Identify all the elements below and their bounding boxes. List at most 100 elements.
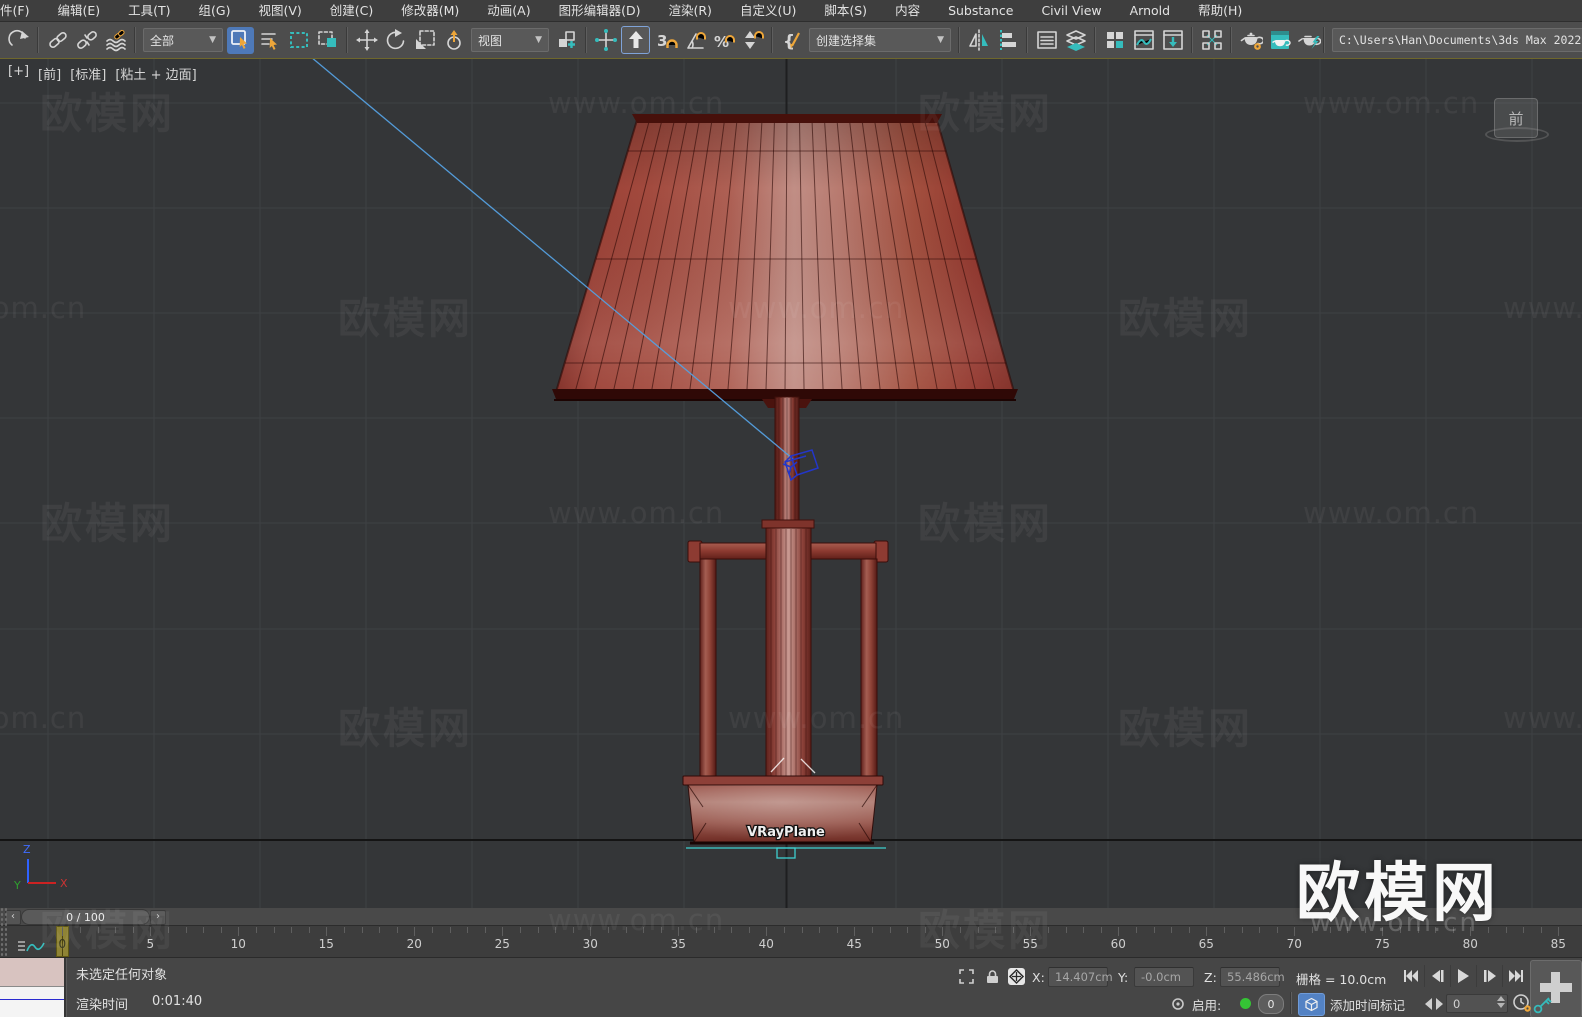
menu-item[interactable]: Arnold bbox=[1116, 0, 1184, 21]
z-coordinate-field[interactable]: 55.486cm bbox=[1220, 967, 1285, 987]
link-icon[interactable] bbox=[44, 27, 71, 54]
zero-counter-button[interactable]: 0 bbox=[1258, 994, 1284, 1014]
menu-item[interactable]: 组(G) bbox=[185, 0, 245, 21]
edit-named-selection-icon[interactable]: { bbox=[778, 27, 805, 54]
align-icon[interactable] bbox=[994, 27, 1021, 54]
select-place-icon[interactable] bbox=[440, 27, 467, 54]
select-by-name-icon[interactable] bbox=[256, 27, 283, 54]
rendered-frame-window-icon[interactable] bbox=[1266, 27, 1293, 54]
select-object-button[interactable] bbox=[227, 26, 254, 54]
gear-icon[interactable] bbox=[1168, 994, 1188, 1014]
frame-tick bbox=[907, 927, 909, 933]
frame-tick-label: 65 bbox=[1198, 937, 1214, 951]
current-frame-field[interactable]: 0 bbox=[1446, 994, 1508, 1013]
render-production-icon[interactable] bbox=[1295, 27, 1322, 54]
time-configuration-icon[interactable] bbox=[1512, 993, 1532, 1013]
menu-item[interactable]: 图形编辑器(D) bbox=[545, 0, 655, 21]
time-slider-track[interactable]: ‹ 0 / 100 › bbox=[0, 908, 1582, 925]
menu-item[interactable]: 内容 bbox=[881, 0, 934, 21]
play-button[interactable] bbox=[1450, 965, 1476, 987]
previous-frame-button[interactable] bbox=[1424, 965, 1450, 987]
menu-item[interactable]: 自定义(U) bbox=[726, 0, 810, 21]
window-crossing-icon[interactable] bbox=[314, 27, 341, 54]
percent-snap-icon[interactable]: % bbox=[710, 27, 737, 54]
menu-item[interactable]: 创建(C) bbox=[316, 0, 387, 21]
viewport-label-part[interactable]: [+] bbox=[8, 64, 29, 83]
time-slider-handle[interactable]: 0 / 100 bbox=[21, 909, 150, 925]
toolbar-separator bbox=[37, 27, 39, 53]
menu-item[interactable]: 动画(A) bbox=[473, 0, 544, 21]
viewport-label-part[interactable]: [粘土 + 边面] bbox=[115, 64, 196, 83]
frame-tick bbox=[414, 927, 416, 936]
selection-filter-dropdown[interactable]: 全部 ▼ bbox=[143, 28, 223, 52]
timeline-drag-handle[interactable] bbox=[0, 907, 7, 957]
frame-tick bbox=[1382, 927, 1384, 936]
select-move-icon[interactable] bbox=[353, 27, 380, 54]
snaps-toggle-button[interactable] bbox=[621, 26, 650, 54]
material-editor-icon[interactable] bbox=[1198, 27, 1225, 54]
menu-item[interactable]: 帮助(H) bbox=[1184, 0, 1256, 21]
viewport-front[interactable]: VRayPlane [+] [前] [标准] [粘土 + 边面] 前 Z X Y bbox=[0, 58, 1582, 910]
track-bar[interactable]: 0 5 10 15 20 25 30 35 40 45 50 55 60 65 70 75 80 85 bbox=[0, 925, 1582, 958]
angle-snap-icon[interactable] bbox=[681, 27, 708, 54]
use-pivot-center-icon[interactable] bbox=[553, 27, 580, 54]
viewport-label-part[interactable]: [前] bbox=[38, 64, 61, 83]
z-coordinate-label: Z: bbox=[1204, 970, 1217, 985]
maximize-viewport-toggle[interactable] bbox=[1530, 960, 1582, 1017]
curve-editor-icon[interactable] bbox=[1130, 27, 1157, 54]
menu-item[interactable]: 件(F) bbox=[0, 0, 43, 21]
redo-icon[interactable] bbox=[5, 27, 32, 54]
add-time-tag[interactable]: 添加时间标记 bbox=[1330, 995, 1405, 1014]
next-frame-button[interactable] bbox=[1476, 965, 1502, 987]
maxscript-mini-listener-pink[interactable] bbox=[0, 958, 64, 987]
rectangular-selection-icon[interactable] bbox=[285, 27, 312, 54]
select-manipulate-icon[interactable] bbox=[592, 27, 619, 54]
unlink-icon[interactable] bbox=[73, 27, 100, 54]
menu-item[interactable]: 编辑(E) bbox=[43, 0, 114, 21]
lock-selection-icon[interactable] bbox=[982, 966, 1002, 986]
lamp-column[interactable] bbox=[765, 527, 812, 781]
menu-item[interactable]: 修改器(M) bbox=[387, 0, 473, 21]
frame-tick bbox=[484, 927, 486, 933]
snap-3d-icon[interactable]: 3 bbox=[652, 27, 679, 54]
absolute-mode-icon[interactable] bbox=[1006, 966, 1026, 986]
toolbar-separator bbox=[346, 27, 348, 53]
toolbar-separator bbox=[771, 27, 773, 53]
select-scale-icon[interactable] bbox=[411, 27, 438, 54]
toggle-ribbon-icon[interactable] bbox=[1101, 27, 1128, 54]
menu-item[interactable]: 工具(T) bbox=[114, 0, 184, 21]
x-coordinate-field[interactable]: 14.407cm bbox=[1048, 967, 1113, 987]
menu-item[interactable]: 视图(V) bbox=[244, 0, 315, 21]
named-selection-dropdown[interactable]: 创建选择集 ▼ bbox=[809, 28, 951, 52]
menu-item[interactable]: Substance bbox=[934, 0, 1027, 21]
select-rotate-icon[interactable] bbox=[382, 27, 409, 54]
frame-tick bbox=[238, 927, 240, 936]
menu-item[interactable]: 渲染(R) bbox=[655, 0, 726, 21]
time-tag-cube-button[interactable] bbox=[1298, 993, 1325, 1016]
spinner-snap-icon[interactable] bbox=[739, 27, 766, 54]
bind-spacewarp-icon[interactable] bbox=[102, 27, 129, 54]
scene-explorer-icon[interactable] bbox=[1033, 27, 1060, 54]
render-setup-icon[interactable] bbox=[1237, 27, 1264, 54]
viewport-label-part[interactable]: [标准] bbox=[70, 64, 106, 83]
y-coordinate-field[interactable]: -0.0cm bbox=[1134, 967, 1194, 987]
maxscript-mini-listener-white[interactable] bbox=[0, 987, 64, 1017]
menu-item[interactable]: Civil View bbox=[1027, 0, 1115, 21]
frame-step-arrows[interactable] bbox=[1424, 994, 1444, 1014]
spinner-arrows[interactable] bbox=[1497, 996, 1505, 1008]
frame-back-button[interactable]: ‹ bbox=[5, 910, 21, 925]
mini-curve-editor-icon[interactable] bbox=[16, 939, 46, 955]
mirror-icon[interactable] bbox=[965, 27, 992, 54]
viewcube[interactable]: 前 bbox=[1494, 98, 1538, 138]
project-folder-dropdown[interactable]: C:\Users\Han\Documents\3ds Max 2022 ▼ bbox=[1332, 28, 1582, 52]
menu-item[interactable]: 脚本(S) bbox=[810, 0, 881, 21]
schematic-view-icon[interactable] bbox=[1159, 27, 1186, 54]
reference-coordinate-dropdown[interactable]: 视图 ▼ bbox=[471, 28, 549, 52]
go-to-end-button[interactable] bbox=[1502, 965, 1528, 987]
viewport-label[interactable]: [+] [前] [标准] [粘土 + 边面] bbox=[8, 64, 197, 83]
layer-explorer-icon[interactable] bbox=[1062, 27, 1089, 54]
go-to-start-button[interactable] bbox=[1398, 965, 1423, 987]
axis-y-label: Y bbox=[13, 879, 21, 892]
isolate-selection-icon[interactable] bbox=[956, 966, 976, 986]
frame-forward-button[interactable]: › bbox=[150, 910, 166, 925]
